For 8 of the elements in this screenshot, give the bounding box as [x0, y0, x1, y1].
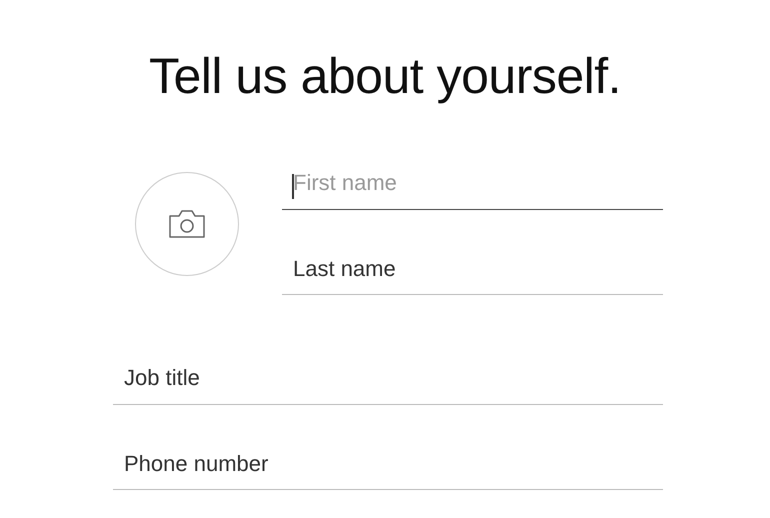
text-cursor — [292, 174, 294, 198]
text-field[interactable]: Job title — [113, 347, 663, 404]
text-field[interactable]: Last name — [282, 238, 663, 295]
text-field[interactable]: Phone number — [113, 432, 663, 490]
photo-upload-button[interactable] — [135, 172, 239, 276]
page-title: Tell us about yourself. — [148, 47, 622, 106]
camera-icon — [168, 208, 206, 238]
text-field[interactable]: First name — [282, 152, 663, 210]
